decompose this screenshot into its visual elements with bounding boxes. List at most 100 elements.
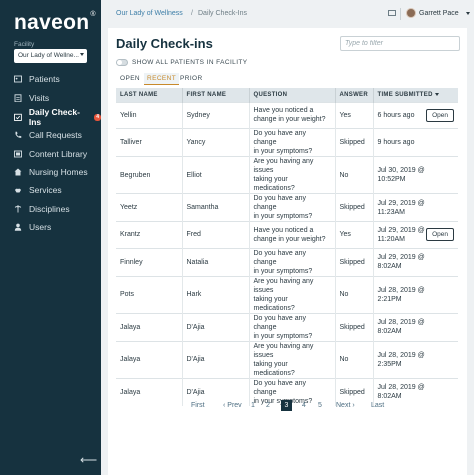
question-line-1: Do you have any change [253,195,307,212]
column-header-answer[interactable]: ANSWER [335,88,374,102]
time-line-2: 11:20AM [377,235,406,243]
sidebar-item-users[interactable]: Users [14,220,51,234]
table-row[interactable]: Jalaya D'Ajia Are you having any issues tak… [116,340,458,379]
table-row[interactable]: Begruben Elliot Are you having any issues t… [116,156,458,194]
open-button[interactable]: Open [426,228,454,242]
sidebar-item-disciplines[interactable]: Disciplines [14,202,70,216]
naveon-logo[interactable]: naveon® [14,11,96,35]
pagination-next[interactable]: Next › [336,402,355,409]
cell-time-submitted: Jul 28, 2019 @2:21PM [373,275,458,314]
cell-question: Have you noticed a change in your weight? [249,221,336,249]
page-title: Daily Check-ins [116,36,213,51]
sidebar-item-content-library[interactable]: Content Library [14,147,87,161]
table-header-row: LAST NAME FIRST NAME QUESTION ANSWER TIM… [116,88,458,102]
column-header-last-name[interactable]: LAST NAME [116,88,183,102]
show-all-patients-toggle[interactable] [116,59,128,66]
sidebar-item-call-requests[interactable]: Call Requests [14,128,82,142]
sidebar: naveon® Facility Our Lady of Wellne... P… [0,0,101,475]
filter-input[interactable] [340,36,460,51]
question-line-1: Do you have any change [253,249,307,266]
table-row[interactable]: Yeetz Samantha Do you have any change in yo… [116,193,458,222]
question-line-2: taking your medications? [253,176,295,193]
pagination-page-1[interactable]: 1 [251,402,255,409]
table-row[interactable]: Talliver Yancy Do you have any change in yo… [116,128,458,157]
time-submitted-wrap: Jul 29, 2019 @8:02AM [378,253,455,271]
cell-last-name: Finnley [116,247,183,277]
table-row[interactable]: Krantz Fred Have you noticed a change in yo… [116,221,458,249]
chevron-down-icon[interactable] [466,12,470,15]
time-submitted-wrap: 6 hours ago Open [377,108,454,122]
breadcrumb-parent-link[interactable]: Our Lady of Wellness [116,10,183,17]
breadcrumb-current: Daily Check-Ins [198,10,248,17]
open-button[interactable]: Open [426,108,454,122]
sidebar-item-label: Nursing Homes [29,167,88,177]
sidebar-item-label: Content Library [29,149,88,159]
sidebar-item-label: Daily Check-Ins [28,107,80,127]
question-line-2: taking your medications? [253,360,295,377]
table-row[interactable]: Finnley Natalia Do you have any change in y… [116,247,458,277]
cell-time-submitted: Jul 30, 2019 @10:52PM [373,156,458,194]
sidebar-item-nursing-homes[interactable]: Nursing Homes [14,165,88,179]
pagination-page-4[interactable]: 4 [302,402,306,409]
cell-answer: No [335,156,374,194]
time-line-1: Jul 28, 2019 @ [377,384,425,392]
time-line-2: 11:23AM [377,208,406,216]
time-line-1: Jul 28, 2019 @ [377,319,425,327]
cell-first-name: Samantha [182,193,250,222]
column-header-first-name[interactable]: FIRST NAME [182,88,250,102]
time-submitted: Jul 28, 2019 @2:21PM [378,286,425,304]
pagination-prev[interactable]: ‹ Prev [223,402,242,409]
question-line-2: in your symptoms? [253,267,313,275]
cell-question: Have you noticed a change in your weight? [249,101,336,129]
cell-last-name: Talliver [116,128,183,157]
cell-answer: No [335,340,374,379]
disciplines-icon [14,205,22,213]
table-row[interactable]: Pots Hark Are you having any issues taking … [116,275,458,314]
cell-time-submitted: 9 hours ago [373,128,458,157]
cell-time-submitted: Jul 29, 2019 @11:20AM Open [373,221,458,249]
cell-first-name: Natalia [182,247,250,277]
cell-time-submitted: 6 hours ago Open [373,101,458,129]
pagination-page-2[interactable]: 2 [266,402,270,409]
sidebar-item-services[interactable]: Services [14,183,62,197]
collapse-sidebar-arrow-icon[interactable]: ⟵ [80,453,97,467]
time-line-2: 8:02AM [377,328,402,336]
tab-prior[interactable]: PRIOR [180,75,203,82]
time-submitted: Jul 29, 2019 @8:02AM [378,253,425,271]
time-line-1: Jul 29, 2019 @ [377,226,425,234]
facility-select[interactable]: Our Lady of Wellne... [14,49,87,63]
cell-time-submitted: Jul 28, 2019 @8:02AM [373,312,458,342]
tab-open[interactable]: OPEN [120,75,140,82]
cell-last-name: Yellin [116,101,183,129]
time-submitted-wrap: 9 hours ago [378,138,455,147]
table-row[interactable]: Yellin Sydney Have you noticed a change in … [116,101,458,129]
avatar[interactable] [406,8,416,18]
question-line-2: in your symptoms? [253,148,313,156]
cell-first-name: D'Ajia [182,312,250,342]
pagination-page-5[interactable]: 5 [318,402,322,409]
time-line-2: 10:52PM [377,176,406,184]
time-submitted-wrap: Jul 28, 2019 @8:02AM [378,318,455,336]
tab-recent[interactable]: RECENT [144,73,180,85]
pagination-last[interactable]: Last [371,402,384,409]
mail-icon[interactable] [388,10,396,16]
table-row[interactable]: Jalaya D'Ajia Do you have any change in you… [116,312,458,342]
checkins-table: LAST NAME FIRST NAME QUESTION ANSWER TIM… [116,88,458,406]
time-submitted: Jul 30, 2019 @10:52PM [378,166,425,184]
cell-question: Do you have any change in your symptoms? [249,193,336,222]
sidebar-item-patients[interactable]: Patients [14,72,60,86]
user-name[interactable]: Garrett Pace [419,10,459,17]
column-header-question[interactable]: QUESTION [249,88,336,102]
cell-last-name: Pots [116,275,183,314]
pagination-first[interactable]: First [191,402,205,409]
question-line-2: in your symptoms? [253,213,313,221]
sidebar-item-visits[interactable]: Visits [14,91,49,105]
time-submitted: 9 hours ago [378,138,415,147]
cell-last-name: Jalaya [116,340,183,379]
time-line-1: 6 hours ago [377,111,415,119]
pagination-page-3-current[interactable]: 3 [281,400,292,411]
column-header-time-submitted[interactable]: TIME SUBMITTED [373,88,458,102]
time-line-2: 8:02AM [377,393,402,401]
sidebar-item-daily-check-ins[interactable]: Daily Check-Ins 4 [14,107,101,127]
question-line-2: change in your weight? [253,235,326,243]
